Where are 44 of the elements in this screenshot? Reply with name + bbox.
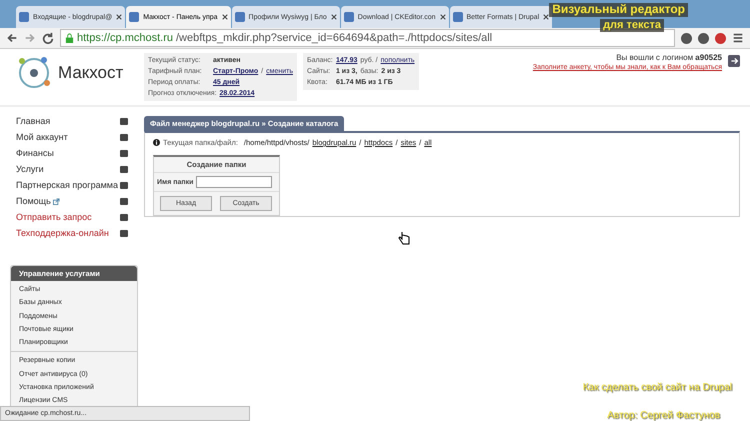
- nav-icon: [120, 166, 128, 172]
- address-field[interactable]: https://cp.mchost.ru /webftps_mkdir.php?service_id=664694&path=./httpdocs/sites/all: [60, 29, 675, 47]
- sidebar-item[interactable]: Финансы: [10, 145, 138, 161]
- logout-icon[interactable]: [728, 55, 740, 67]
- sidebar-item[interactable]: Главная: [10, 113, 138, 129]
- extension-icon[interactable]: [681, 32, 692, 44]
- login-text: Вы вошли с логином a90525: [616, 53, 722, 62]
- sidebar-item[interactable]: Техподдержка-онлайн: [10, 225, 138, 241]
- close-icon[interactable]: [543, 14, 550, 20]
- external-link-icon: [52, 198, 60, 204]
- sidebar-item[interactable]: Отправить запрос: [10, 209, 138, 225]
- close-icon[interactable]: [440, 14, 446, 20]
- sidebar-item[interactable]: Помощь: [10, 193, 138, 209]
- close-icon[interactable]: [330, 14, 337, 20]
- nav-icon: [120, 134, 128, 140]
- nav-icon: [120, 230, 128, 236]
- nav-icon: [120, 118, 128, 124]
- video-caption: для текста: [600, 19, 664, 32]
- folder-name-input[interactable]: [196, 176, 272, 188]
- nav-icon: [120, 150, 128, 156]
- favicon-icon: [344, 12, 354, 22]
- nav-icon: [120, 182, 128, 188]
- sidebar-item[interactable]: Партнерская программа: [10, 177, 138, 193]
- logo-text: Макхост: [58, 63, 124, 83]
- lock-icon: [65, 32, 74, 44]
- video-caption: Автор: Сергей Фастунов: [607, 410, 720, 421]
- sidebar-item[interactable]: Услуги: [10, 161, 138, 177]
- nav-icon: [120, 214, 128, 220]
- nav-icon: [120, 198, 128, 204]
- favicon-icon: [129, 12, 140, 22]
- favicon-icon: [234, 12, 245, 22]
- video-caption: Как сделать свой сайт на Drupal: [582, 382, 732, 393]
- back-icon[interactable]: [6, 32, 18, 44]
- info-icon: [153, 139, 160, 146]
- close-icon[interactable]: [222, 14, 228, 20]
- video-caption: Визуальный редактор: [549, 3, 688, 17]
- reload-icon[interactable]: [42, 32, 54, 44]
- favicon-icon: [452, 12, 462, 22]
- close-icon[interactable]: [116, 14, 122, 20]
- sidebar-item[interactable]: Мой аккаунт: [10, 129, 138, 145]
- extension-icon[interactable]: [698, 32, 709, 44]
- menu-icon[interactable]: [732, 32, 744, 44]
- favicon-icon: [19, 12, 29, 22]
- hand-cursor-icon: [398, 231, 410, 245]
